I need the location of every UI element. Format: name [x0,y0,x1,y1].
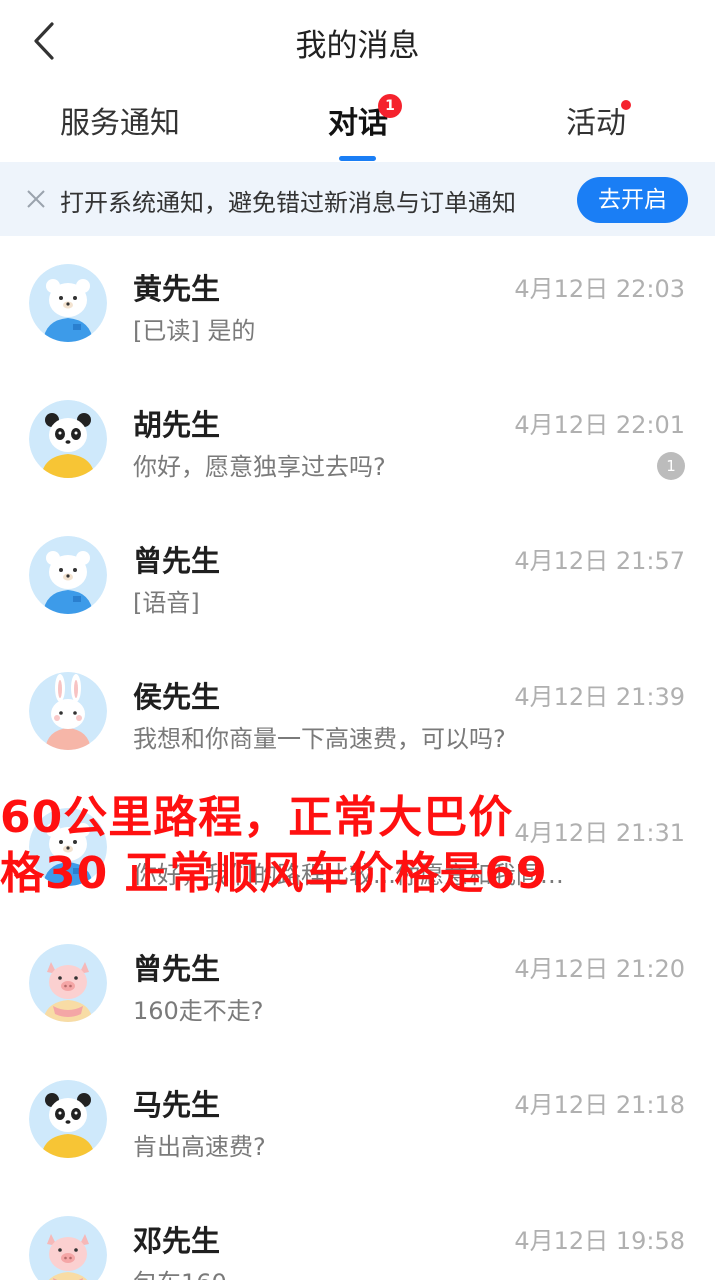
avatar [29,1080,107,1158]
notification-banner: 打开系统通知，避免错过新消息与订单通知 去开启 [0,162,715,236]
unread-count-badge: 1 [657,452,685,480]
message-time: 4月12日 21:31 [514,819,685,847]
message-time: 4月12日 21:20 [514,955,685,983]
active-tab-indicator [339,156,376,161]
contact-name: 曾先生 [133,952,221,986]
message-time: 4月12日 21:57 [514,547,685,575]
bear-avatar-icon [29,536,107,614]
tab-activity[interactable]: 活动 [566,98,626,142]
contact-name: 马先生 [133,1088,221,1122]
message-preview: 包车160 [133,1263,227,1280]
avatar [29,536,107,614]
avatar [29,808,107,886]
message-row[interactable]: 马先生肯出高速费? 4月12日 21:18 [0,1052,715,1188]
message-preview: 我想和你商量一下高速费，可以吗? [133,725,506,753]
avatar [29,1216,107,1280]
panda-avatar-icon [29,400,107,478]
message-row[interactable]: 曾先生 [语音] 4月12日 21:57 [0,508,715,644]
message-row[interactable]: 你好，我们的路程比较...你愿意和我同… 4月12日 21:31 [0,780,715,916]
message-preview: 160走不走? [133,997,264,1025]
message-preview: [已读] 是的 [133,317,256,345]
message-time: 4月12日 21:39 [514,683,685,711]
avatar [29,264,107,342]
message-preview: 你好，愿意独享过去吗? [133,453,386,481]
tab-activity-dot [621,100,631,110]
tab-service-notice[interactable]: 服务通知 [60,98,180,142]
contact-name: 曾先生 [133,544,221,578]
panda-avatar-icon [29,1080,107,1158]
tab-conversation-badge: 1 [378,94,402,118]
message-row[interactable]: 胡先生你好，愿意独享过去吗? 4月12日 22:01 1 [0,372,715,508]
message-preview: [语音] [133,589,200,617]
pig-avatar-icon [29,1216,107,1280]
avatar [29,400,107,478]
contact-name: 黄先生 [133,272,221,306]
avatar [29,672,107,750]
message-row[interactable]: 侯先生我想和你商量一下高速费，可以吗? 4月12日 21:39 [0,644,715,780]
contact-name: 胡先生 [133,408,221,442]
header: 我的消息 [0,0,715,82]
rabbit-avatar-icon [29,672,107,750]
message-preview: 你好，我们的路程比较...你愿意和我同… [133,861,564,889]
message-row[interactable]: 黄先生 [已读] 是的 4月12日 22:03 [0,236,715,372]
message-list: 黄先生 [已读] 是的 4月12日 22:03 胡先生你好，愿意独享过去吗? 4月12日… [0,236,715,1280]
bear-avatar-icon [29,808,107,886]
page-title: 我的消息 [295,28,420,64]
tab-bar: 服务通知 对话 活动 [0,84,715,162]
contact-name: 侯先生 [133,680,221,714]
avatar [29,944,107,1022]
message-row[interactable]: 邓先生包车160 4月12日 19:58 [0,1188,715,1280]
message-time: 4月12日 19:58 [514,1227,685,1255]
enable-notifications-button[interactable]: 去开启 [577,177,688,223]
message-time: 4月12日 21:18 [514,1091,685,1119]
message-time: 4月12日 22:01 [514,411,685,439]
close-icon [27,190,45,208]
message-row[interactable]: 曾先生 160走不走? 4月12日 21:20 [0,916,715,1052]
contact-name: 邓先生 [133,1224,221,1258]
bear-avatar-icon [29,264,107,342]
message-preview: 肯出高速费? [133,1133,266,1161]
close-button[interactable] [24,187,48,211]
pig-avatar-icon [29,944,107,1022]
message-time: 4月12日 22:03 [514,275,685,303]
notice-text: 打开系统通知，避免错过新消息与订单通知 [60,189,516,217]
